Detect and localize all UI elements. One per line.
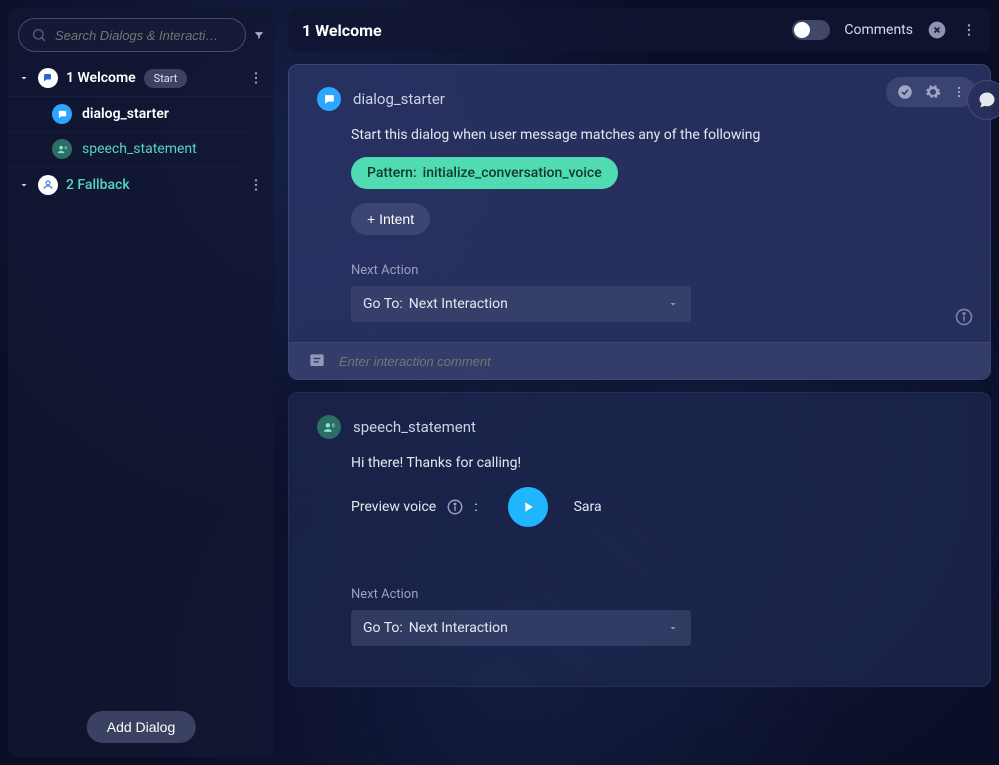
goto-value: Next Interaction: [409, 620, 508, 636]
next-action-select[interactable]: Go To: Next Interaction: [351, 286, 691, 322]
goto-label: Go To:: [363, 620, 403, 636]
chevron-down-icon: [667, 622, 679, 634]
gear-icon[interactable]: [924, 83, 942, 101]
comments-toggle[interactable]: [792, 20, 830, 40]
search-input[interactable]: [55, 28, 233, 43]
play-button[interactable]: [508, 487, 548, 527]
speech-icon: [52, 139, 72, 159]
card-dialog-starter: dialog_starter Start this dialog when us…: [288, 64, 991, 380]
info-icon[interactable]: [446, 498, 464, 516]
comment-bar: [289, 342, 990, 379]
sidebar: 1 Welcome Start dialog_starter speech_st…: [8, 8, 274, 757]
next-action-label: Next Action: [351, 587, 962, 602]
speech-icon: [317, 415, 341, 439]
dialog-title: 1 Welcome: [66, 70, 136, 86]
next-action-select[interactable]: Go To: Next Interaction: [351, 610, 691, 646]
check-circle-icon[interactable]: [896, 83, 914, 101]
starter-icon: [317, 87, 341, 111]
card-toolbar: [886, 77, 976, 107]
dialog-icon: [38, 68, 58, 88]
card-speech-statement: speech_statement Hi there! Thanks for ca…: [288, 392, 991, 687]
chevron-down-icon[interactable]: [18, 179, 30, 191]
chevron-down-icon: [667, 298, 679, 310]
header: 1 Welcome Comments: [288, 8, 991, 52]
dialog-row-welcome[interactable]: 1 Welcome Start: [8, 60, 274, 97]
add-dialog-button[interactable]: Add Dialog: [87, 711, 196, 743]
dialog-tree: 1 Welcome Start dialog_starter speech_st…: [8, 60, 274, 757]
comment-icon: [307, 351, 327, 371]
start-badge: Start: [144, 69, 188, 88]
starter-icon: [52, 104, 72, 124]
preview-voice-label: Preview voice: [351, 499, 436, 515]
pattern-chip[interactable]: Pattern: initialize_conversation_voice: [351, 157, 618, 189]
chevron-down-icon[interactable]: [18, 72, 30, 84]
voice-name: Sara: [574, 499, 602, 515]
next-action-label: Next Action: [351, 263, 962, 278]
filter-icon[interactable]: [254, 26, 264, 44]
more-icon[interactable]: [952, 83, 966, 101]
main: 1 Welcome Comments di: [288, 8, 991, 757]
card-title: speech_statement: [353, 418, 476, 436]
more-icon[interactable]: [961, 20, 977, 40]
sidebar-item-label: speech_statement: [82, 141, 197, 157]
fallback-icon: [38, 175, 58, 195]
more-icon[interactable]: [248, 177, 264, 193]
goto-label: Go To:: [363, 296, 403, 312]
more-icon[interactable]: [248, 70, 264, 86]
goto-value: Next Interaction: [409, 296, 508, 312]
starter-description: Start this dialog when user message matc…: [351, 127, 962, 143]
comments-label: Comments: [844, 22, 913, 38]
dialog-title: 2 Fallback: [66, 177, 130, 193]
dialog-row-fallback[interactable]: 2 Fallback: [8, 167, 274, 203]
sidebar-item-speech-statement[interactable]: speech_statement: [8, 132, 274, 167]
chat-launcher-button[interactable]: [967, 80, 999, 120]
add-intent-button[interactable]: + Intent: [351, 203, 430, 235]
comment-input[interactable]: [339, 354, 972, 369]
close-circle-icon[interactable]: [927, 20, 947, 40]
card-title: dialog_starter: [353, 90, 445, 108]
info-icon[interactable]: [954, 307, 974, 327]
pattern-value: initialize_conversation_voice: [423, 165, 602, 181]
pattern-label: Pattern:: [367, 165, 417, 181]
search-box[interactable]: [18, 18, 246, 52]
speech-message: Hi there! Thanks for calling!: [351, 455, 962, 471]
colon: :: [474, 499, 477, 515]
sidebar-item-label: dialog_starter: [82, 106, 169, 122]
sidebar-item-dialog-starter[interactable]: dialog_starter: [8, 97, 274, 132]
page-title: 1 Welcome: [302, 21, 382, 40]
search-icon: [31, 27, 47, 43]
